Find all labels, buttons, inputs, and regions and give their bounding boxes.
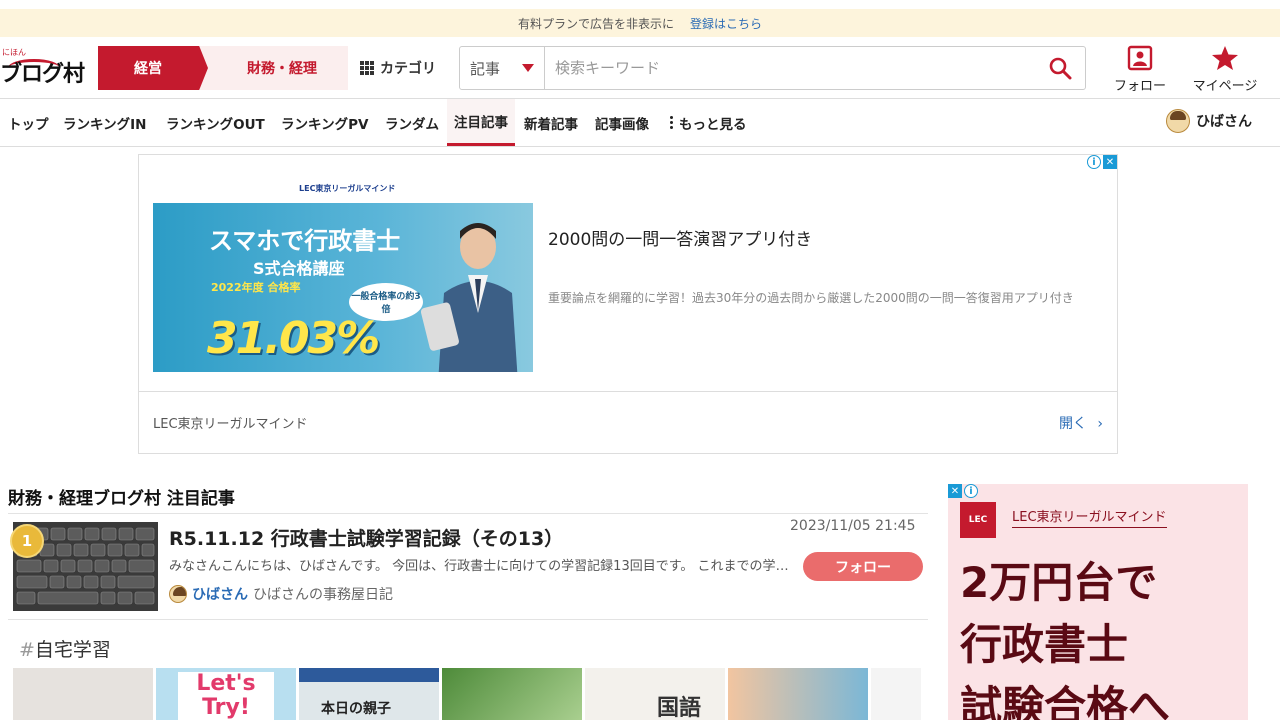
- nav-ranking-out[interactable]: ランキングOUT: [166, 99, 265, 146]
- ad-choices[interactable]: ✕ i: [948, 484, 978, 498]
- side-advertisement[interactable]: ✕ i LEC LEC東京リーガルマインド 2万円台で 行政書士 試験合格へ: [948, 484, 1248, 720]
- main-nav: トップ ランキングIN ランキングOUT ランキングPV ランダム 注目記事 新…: [0, 99, 1280, 147]
- thumb-banner-bar: [299, 668, 439, 682]
- star-icon: [1212, 46, 1238, 70]
- rank-medal-icon: 1: [10, 524, 44, 558]
- ad-info-icon[interactable]: i: [1087, 155, 1101, 169]
- hashtag-heading[interactable]: #自宅学習: [19, 635, 111, 662]
- banner-subhead: S式合格講座: [253, 259, 345, 278]
- article-title[interactable]: R5.11.12 行政書士試験学習記録（その13）: [169, 524, 563, 551]
- search-button[interactable]: [1035, 47, 1085, 89]
- search-icon: [1049, 57, 1072, 80]
- avatar: [1166, 109, 1190, 133]
- notice-text: 有料プランで広告を非表示に: [517, 16, 674, 31]
- nav-more-label: もっと見る: [679, 116, 747, 133]
- register-link[interactable]: 登録はこちら: [690, 15, 762, 32]
- nav-more[interactable]: もっと見る: [670, 99, 747, 146]
- ad-choices[interactable]: i ✕: [1087, 155, 1117, 169]
- ad-info-icon[interactable]: i: [964, 484, 978, 498]
- ad-banner-image[interactable]: スマホで行政書士 S式合格講座 2022年度 合格率 31.03% 一般合格率の…: [153, 203, 533, 372]
- mypage-button[interactable]: マイページ: [1188, 45, 1262, 94]
- ad-open-label: 開く: [1058, 415, 1087, 432]
- search-bar: 記事: [459, 46, 1086, 90]
- follow-icon: [1127, 45, 1153, 71]
- hashtag-thumb[interactable]: [871, 668, 921, 720]
- hashtag-thumb[interactable]: 本日の親子: [299, 668, 439, 720]
- tab-finance-accounting[interactable]: 財務・経理: [200, 46, 348, 90]
- nav-top[interactable]: トップ: [8, 99, 49, 146]
- caret-down-icon: [522, 64, 534, 72]
- follow-header-button[interactable]: フォロー: [1110, 45, 1170, 94]
- nav-ranking-pv[interactable]: ランキングPV: [281, 99, 368, 146]
- hashtag-thumb[interactable]: [13, 668, 153, 720]
- featured-article[interactable]: 1 R5.11.12 行政書士試験学習記録（その13） 2023/11/05 2…: [8, 514, 928, 620]
- ad-close-icon[interactable]: ✕: [1103, 155, 1117, 169]
- advertiser-logo: LEC: [960, 502, 996, 538]
- category-label: カテゴリ: [380, 61, 436, 77]
- site-logo[interactable]: にほん ブログ村: [0, 47, 92, 87]
- hashtag-image-strip: Let's Try! 本日の親子 国語: [13, 668, 921, 720]
- ad-advertiser: LEC東京リーガルマインド: [153, 417, 308, 432]
- thumb-caption: Let's Try!: [178, 672, 274, 720]
- side-ad-advertiser[interactable]: LEC東京リーガルマインド: [1012, 506, 1167, 528]
- logo-main-text: ブログ村: [0, 61, 85, 87]
- nav-featured[interactable]: 注目記事: [447, 99, 515, 146]
- nav-ranking-in[interactable]: ランキングIN: [63, 99, 146, 146]
- nav-new-articles[interactable]: 新着記事: [524, 99, 578, 146]
- search-input[interactable]: [545, 47, 1035, 89]
- chevron-right-icon: ›: [1097, 415, 1103, 432]
- ad-open-button[interactable]: 開く ›: [1059, 413, 1103, 433]
- banner-person-image: [420, 223, 518, 372]
- tab-management[interactable]: 経営: [98, 46, 208, 90]
- author-name[interactable]: ひばさん: [192, 584, 248, 604]
- thumb-caption: 本日の親子: [321, 701, 391, 717]
- thumb-caption: 国語: [657, 695, 702, 720]
- side-ad-copy-line3: 試験合格へ: [960, 682, 1171, 720]
- more-vert-icon: [670, 116, 673, 129]
- ad-description: 重要論点を網羅的に学習！過去30年分の過去問から厳選した2000問の一問一答復習…: [548, 291, 1074, 305]
- article-date: 2023/11/05 21:45: [790, 518, 916, 534]
- blog-name[interactable]: ひばさんの事務屋日記: [253, 584, 393, 604]
- ad-footer: LEC東京リーガルマインド 開く ›: [139, 391, 1117, 453]
- banner-bubble: 一般合格率の約3倍: [349, 283, 423, 321]
- ad-title[interactable]: 2000問の一問一答演習アプリ付き: [548, 225, 812, 250]
- follow-button[interactable]: フォロー: [803, 552, 923, 581]
- hashtag-thumb[interactable]: 国語: [585, 668, 725, 720]
- section-title: 財務・経理ブログ村 注目記事: [8, 489, 235, 509]
- hashtag-mark: #: [19, 639, 35, 661]
- nav-random[interactable]: ランダム: [385, 99, 439, 146]
- mypage-label: マイページ: [1192, 79, 1258, 94]
- top-advertisement[interactable]: i ✕ LEC東京リーガルマインド スマホで行政書士 S式合格講座 2022年度…: [138, 154, 1118, 454]
- side-ad-copy-line1: 2万円台で: [960, 558, 1158, 607]
- side-ad-copy-line2: 行政書士: [960, 620, 1129, 669]
- article-excerpt: みなさんこんにちは、ひばさんです。 今回は、行政書士に向けての学習記録13回目で…: [169, 559, 789, 574]
- banner-rate-label: 2022年度 合格率: [211, 281, 301, 294]
- ad-free-notice: 有料プランで広告を非表示に 登録はこちら: [0, 9, 1280, 37]
- banner-rate: 31.03%: [207, 313, 380, 364]
- hashtag-thumb[interactable]: [442, 668, 582, 720]
- category-button[interactable]: カテゴリ: [360, 46, 436, 90]
- author-avatar: [169, 585, 187, 603]
- hashtag-thumb[interactable]: [728, 668, 868, 720]
- hashtag-thumb[interactable]: Let's Try!: [156, 668, 296, 720]
- site-header: にほん ブログ村 財務・経理 経営 カテゴリ 記事 フォロー: [0, 37, 1280, 99]
- search-type-value: 記事: [470, 59, 501, 78]
- grid-icon: [360, 61, 374, 75]
- user-name: ひばさん: [1196, 114, 1252, 130]
- ad-brand-line: LEC東京リーガルマインド: [299, 184, 396, 193]
- side-ad-copy: 2万円台で 行政書士 試験合格へ: [960, 552, 1170, 720]
- article-author: ひばさん ひばさんの事務屋日記: [169, 584, 393, 604]
- tab-finance-label: 財務・経理: [247, 61, 317, 77]
- user-menu[interactable]: ひばさん: [1166, 109, 1252, 133]
- search-type-select[interactable]: 記事: [460, 47, 545, 89]
- tab-management-label: 経営: [134, 61, 162, 77]
- banner-headline: スマホで行政書士: [209, 227, 401, 255]
- follow-header-label: フォロー: [1113, 79, 1166, 94]
- ad-close-icon[interactable]: ✕: [948, 484, 962, 498]
- hashtag-text: 自宅学習: [34, 639, 111, 661]
- nav-article-images[interactable]: 記事画像: [595, 99, 649, 146]
